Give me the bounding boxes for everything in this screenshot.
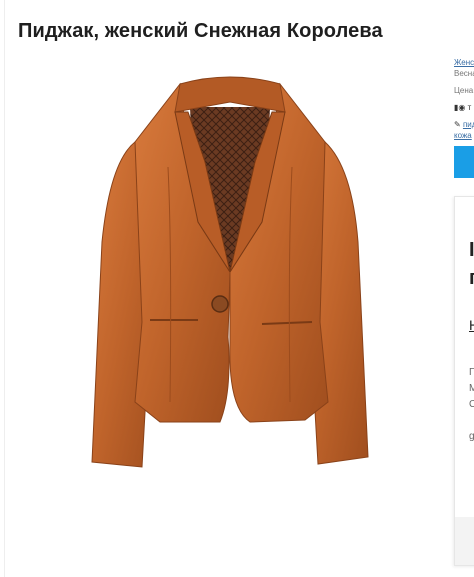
card-text-2: М [469,383,474,394]
price-label: Цена: [454,86,474,95]
jacket-button [211,295,229,313]
card-text-3: С [469,399,474,410]
card-heading-1: I [469,239,474,261]
season-text: Весна [454,69,474,78]
tag-link-1[interactable]: пид [463,120,474,129]
card-text-1: Г [469,367,474,378]
brand-link[interactable]: Женс [454,58,474,67]
left-divider [4,0,5,577]
collar [174,76,286,113]
right-sidebar: Женс Весна Цена: ▮◉ т ✎ пид кожа I п Н Г… [450,0,474,577]
card-text-4: g [469,431,474,442]
tag-icon: ✎ пид [454,120,474,129]
product-image[interactable] [80,72,380,482]
card-footer [455,517,474,565]
info-card: I п Н Г М С g [454,196,474,566]
action-button[interactable] [454,146,474,178]
tag-link-2[interactable]: кожа [454,131,472,140]
page-title: Пиджак, женский Снежная Королева [18,20,383,42]
card-link[interactable]: Н [469,317,474,333]
card-heading-2: п [469,267,474,290]
meta-icons: ▮◉ т [454,103,472,112]
